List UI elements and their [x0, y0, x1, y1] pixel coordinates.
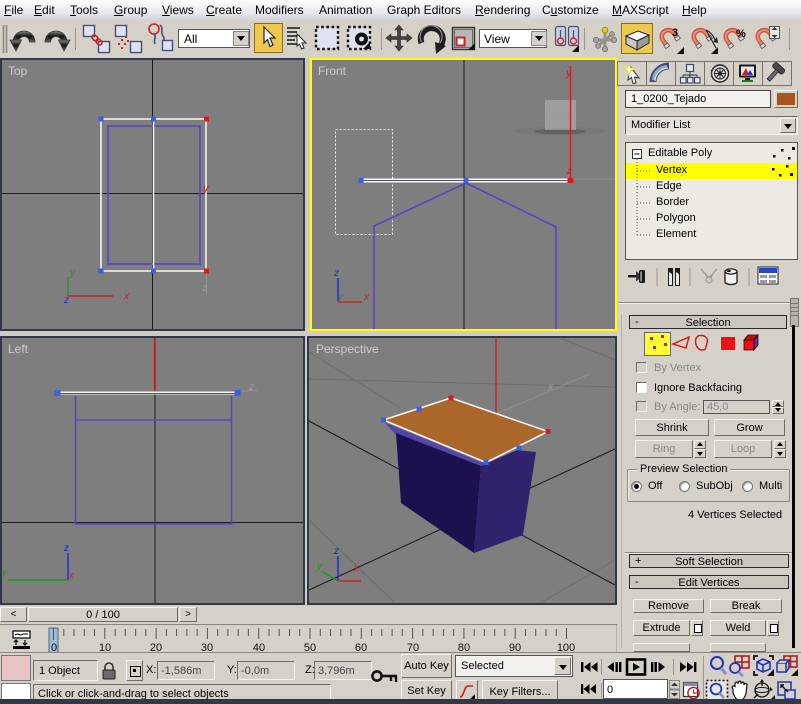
svg-text:Left: Left: [8, 342, 29, 356]
svg-text:z: z: [566, 166, 572, 176]
svg-text:y: y: [337, 292, 344, 303]
svg-text:y: y: [69, 268, 76, 279]
svg-text:Top: Top: [8, 64, 28, 78]
svg-text:z: z: [248, 382, 254, 393]
svg-text:z: z: [333, 268, 339, 279]
svg-text:0: 0: [607, 684, 613, 696]
svg-text:z: z: [333, 546, 339, 557]
svg-text:y: y: [1, 567, 8, 578]
svg-text:x: x: [68, 570, 74, 580]
svg-text:Front: Front: [318, 64, 347, 78]
svg-text:Perspective: Perspective: [316, 342, 379, 356]
svg-text:%: %: [736, 28, 746, 40]
svg-text:3: 3: [672, 27, 678, 39]
svg-text:y: y: [316, 561, 323, 572]
svg-text:x: x: [123, 291, 130, 302]
svg-text:x: x: [547, 382, 554, 393]
svg-text:View: View: [484, 32, 510, 46]
svg-text:All: All: [184, 32, 197, 46]
svg-text:z: z: [63, 295, 69, 306]
svg-text:z: z: [201, 283, 207, 294]
svg-text:x: x: [363, 292, 370, 303]
svg-text:z: z: [63, 543, 69, 554]
svg-text:x: x: [353, 563, 360, 574]
